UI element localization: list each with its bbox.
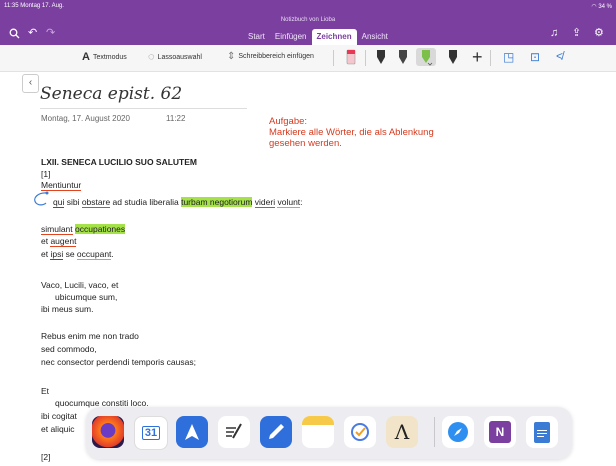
pen-tool-black-2[interactable] [396, 48, 410, 66]
status-time: 11:35 Montag 17. Aug. [4, 3, 64, 9]
page-date: Montag, 17. August 2020 [41, 114, 130, 123]
insert-space-button[interactable]: ⇕ Schreibbereich einfügen [227, 51, 314, 62]
highlighter-tool[interactable] [416, 48, 436, 66]
insert-space-icon: ⇕ [227, 51, 236, 62]
ink-arrow-annotation [34, 191, 49, 206]
gear-icon[interactable]: ⚙ [594, 28, 604, 39]
tasks-app-icon[interactable] [344, 416, 376, 448]
pen-tool-black[interactable] [374, 48, 388, 66]
text-line[interactable]: simulant occupationes [41, 224, 126, 235]
tab-einfuegen[interactable]: Einfügen [270, 30, 312, 45]
onenote-app-icon[interactable]: N [484, 416, 516, 448]
share-icon[interactable]: ⇪ [572, 28, 581, 39]
text-line[interactable]: Et [41, 386, 49, 397]
battery-status: ◠ 34 % [591, 4, 612, 10]
text-line[interactable]: Rebus enim me non trado [41, 331, 139, 342]
text-line[interactable]: Vaco, Lucili, vaco, et [41, 280, 118, 291]
tab-zeichnen[interactable]: Zeichnen [311, 29, 357, 45]
dock-separator [434, 417, 435, 447]
docs-app-icon[interactable] [526, 416, 558, 448]
text-line[interactable]: et augent [41, 236, 77, 247]
ribbon-tabs: Start Einfügen Zeichnen Ansicht [243, 29, 393, 45]
letter-heading[interactable]: LXII. SENECA LUCILIO SUO SALUTEM [41, 157, 197, 168]
ruler-icon[interactable]: ⊡ [530, 50, 540, 64]
textmode-button[interactable]: A Textmodus [82, 51, 127, 63]
undo-icon[interactable]: ↶ [28, 28, 37, 39]
text-line[interactable]: ibi cogitat [41, 411, 77, 422]
text-line[interactable]: [1] [41, 169, 50, 180]
tab-start[interactable]: Start [243, 30, 270, 45]
tab-ansicht[interactable]: Ansicht [357, 30, 393, 45]
notebook-title: Notizbuch von Lioba [280, 17, 336, 23]
notes-app-icon[interactable] [302, 416, 334, 448]
notes-header [302, 416, 334, 425]
pen-tool-dark[interactable] [446, 48, 460, 66]
eraser-tool[interactable] [344, 48, 358, 66]
redo-icon[interactable]: ↷ [46, 28, 55, 39]
firefox-app-icon[interactable] [92, 416, 124, 448]
lasso-icon: ◌ [148, 51, 155, 63]
notes-pen-app-icon[interactable] [218, 416, 250, 448]
lambda-app-icon[interactable]: Λ [386, 416, 418, 448]
search-icon[interactable] [9, 28, 20, 42]
lasso-button[interactable]: ◌ Lassoauswahl [148, 51, 202, 63]
chevron-left-icon: ‹ [28, 77, 33, 88]
divider [490, 50, 491, 66]
wifi-icon: ◠ [591, 4, 597, 10]
safari-app-icon[interactable] [442, 416, 474, 448]
text-line[interactable]: et aliquic [41, 424, 75, 435]
text-line[interactable]: ubicumque sum, [55, 292, 117, 303]
page-title[interactable]: Seneca epist. 62 [40, 84, 182, 104]
text-line[interactable]: et ipsi se occupant. [41, 249, 114, 260]
title-divider [40, 108, 247, 109]
shape-icon[interactable]: ◳ [503, 50, 514, 64]
divider [333, 50, 334, 66]
onenote-n-icon: N [489, 421, 511, 443]
ink-to-shape-icon[interactable]: ≮ [556, 49, 563, 63]
text-line[interactable]: ibi meus sum. [41, 304, 93, 315]
divider [365, 50, 366, 66]
app-dock: 31 Λ N [86, 407, 572, 459]
top-bar: 11:35 Montag 17. Aug. ◠ 34 % Notizbuch v… [0, 0, 616, 45]
calendar-app-icon[interactable]: 31 [134, 416, 168, 450]
add-pen-icon[interactable]: + [472, 47, 483, 68]
docs-page-icon [534, 421, 550, 443]
goodnotes-app-icon[interactable] [260, 416, 292, 448]
text-a-icon: A [82, 51, 90, 63]
text-line[interactable]: qui sibi obstare ad studia liberalia tur… [53, 197, 303, 208]
text-line[interactable]: nec consector perdendi temporis causas; [41, 357, 196, 368]
page-time: 11:22 [166, 114, 186, 123]
draw-ribbon: A Textmodus ◌ Lassoauswahl ⇕ Schreibbere… [0, 45, 616, 72]
spark-app-icon[interactable] [176, 416, 208, 448]
bell-icon[interactable]: ♫ [550, 28, 558, 39]
text-line[interactable]: sed commodo, [41, 344, 97, 355]
text-line[interactable]: [2] [41, 452, 50, 463]
back-button[interactable]: ‹ [22, 74, 39, 93]
task-note[interactable]: Aufgabe: Markiere alle Wörter, die als A… [269, 116, 434, 149]
